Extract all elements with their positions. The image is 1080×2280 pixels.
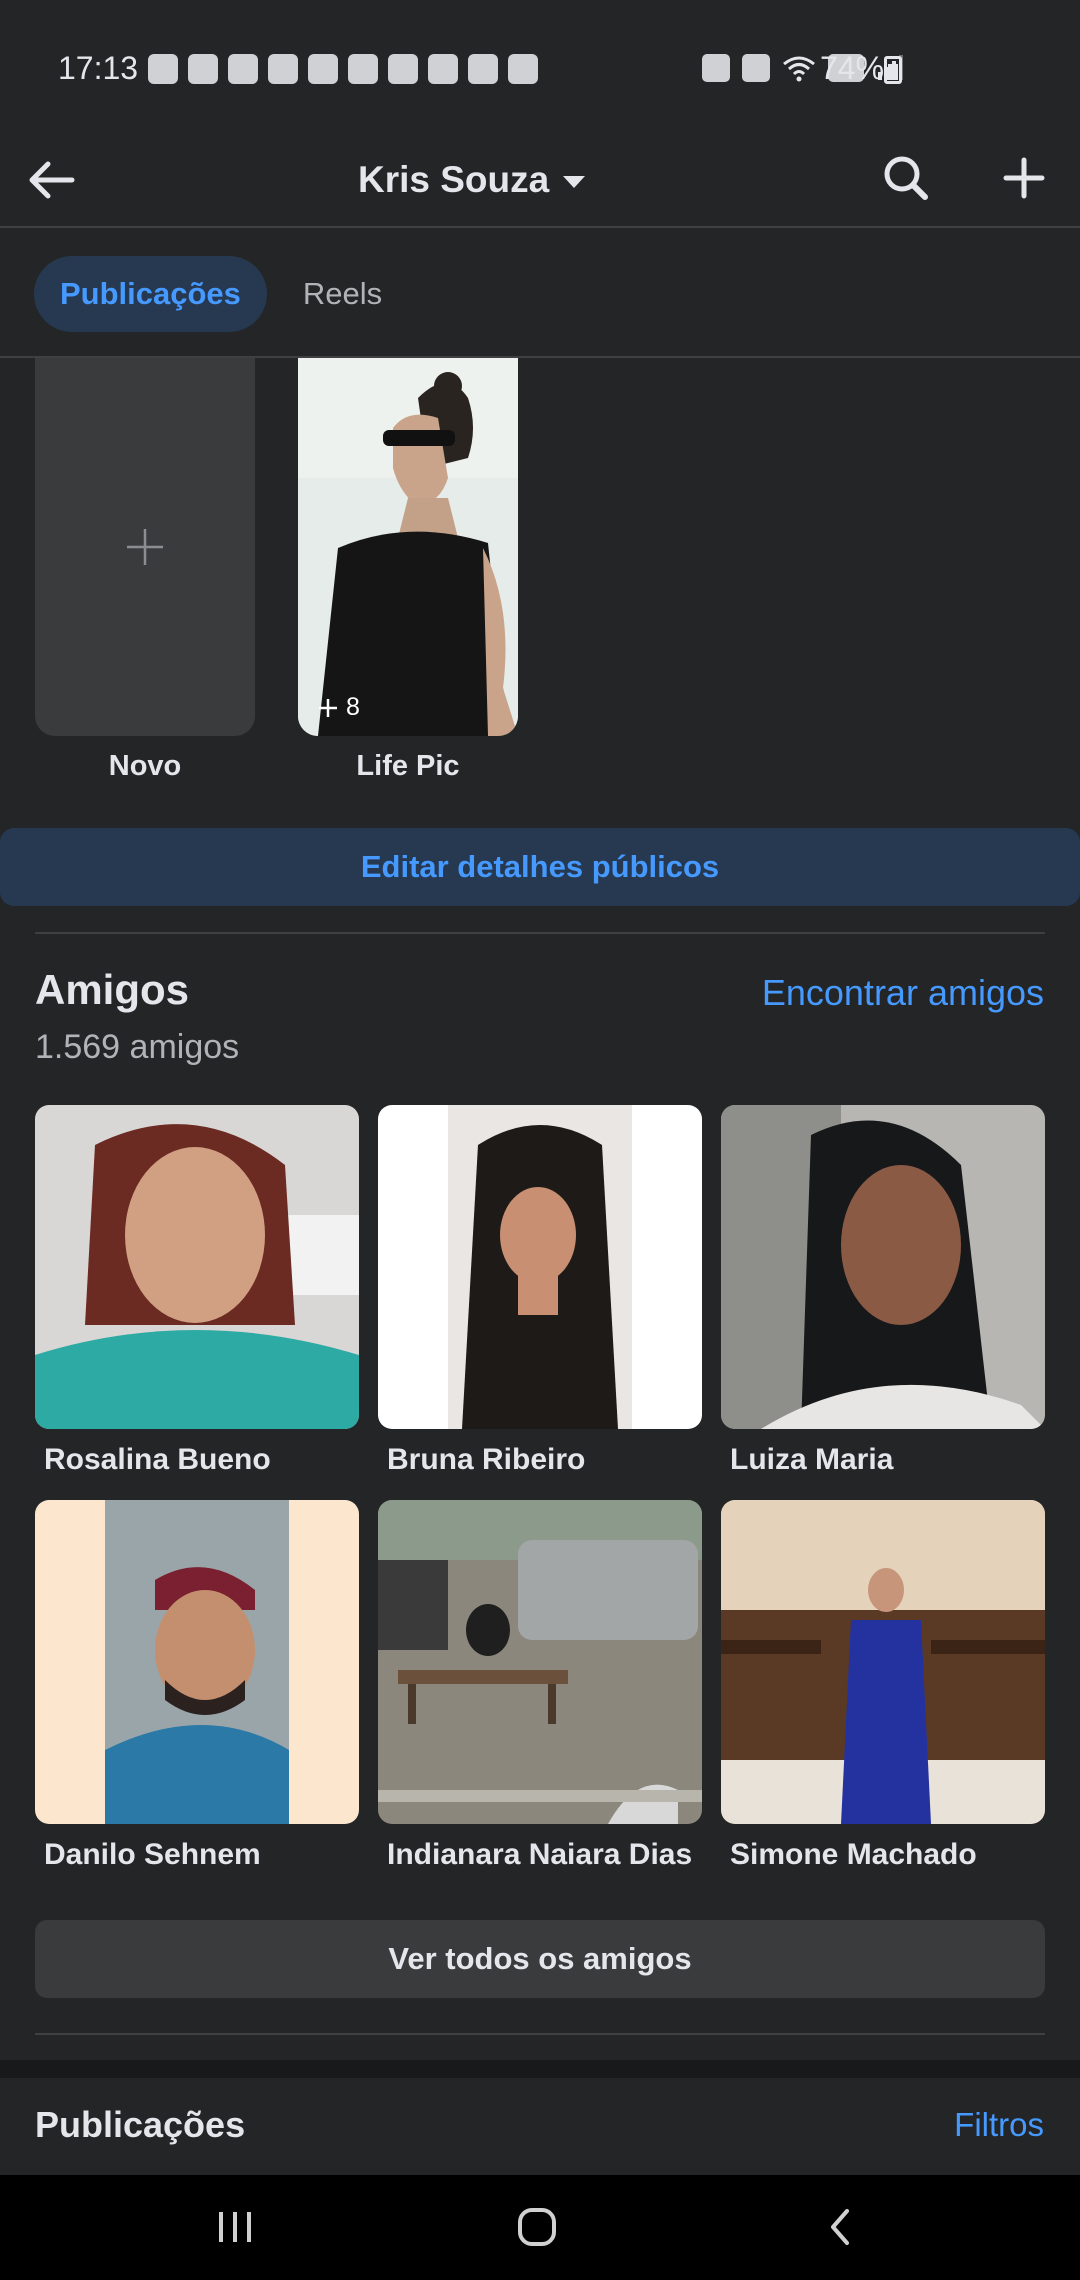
friend-photo <box>378 1500 702 1824</box>
lock-icon <box>702 54 730 82</box>
highlight-life-pic[interactable]: 8 <box>298 358 518 736</box>
instagram-icon <box>308 54 338 84</box>
tab-publicacoes[interactable]: Publicações <box>34 256 267 332</box>
friend-photo-image <box>35 1105 359 1429</box>
facebook-icon <box>148 54 178 84</box>
threads-icon <box>508 54 538 84</box>
friend-photo-image <box>35 1500 359 1824</box>
friend-card[interactable]: Bruna Ribeiro <box>378 1105 702 1477</box>
amazon-icon <box>188 54 218 84</box>
friend-name: Simone Machado <box>730 1838 977 1871</box>
plus-icon <box>319 698 337 717</box>
search-icon <box>884 156 928 200</box>
home-icon <box>518 2208 556 2246</box>
caret-down-icon <box>563 176 586 188</box>
gallery-icon <box>388 54 418 84</box>
plus-icon <box>1003 157 1045 199</box>
nav-back-button[interactable] <box>800 2195 880 2259</box>
status-bar: 17:13 74% <box>0 0 1080 140</box>
recent-apps-button[interactable] <box>195 2195 275 2259</box>
friends-section-title: Amigos <box>35 966 190 1013</box>
friend-card[interactable]: Danilo Sehnem <box>35 1500 359 1872</box>
battery-icon <box>884 56 902 84</box>
friend-photo <box>721 1500 1045 1824</box>
profile-switcher[interactable]: Kris Souza <box>358 150 586 210</box>
notification-icons <box>148 54 538 84</box>
app-bar: Kris Souza <box>0 140 1080 228</box>
highlight-count: 8 <box>318 693 360 722</box>
highlight-label: Life Pic <box>356 750 460 782</box>
friend-photo <box>721 1105 1045 1429</box>
ifood-icon <box>348 54 378 84</box>
alarm-icon <box>742 54 770 82</box>
friend-card[interactable]: Indianara Naiara Dias <box>378 1500 702 1872</box>
friend-name: Luiza Maria <box>730 1443 894 1476</box>
friend-photo <box>35 1105 359 1429</box>
facebook-icon <box>268 54 298 84</box>
search-button[interactable] <box>876 148 936 208</box>
friend-photo <box>35 1500 359 1824</box>
system-nav-bar <box>0 2175 1080 2280</box>
add-button[interactable] <box>994 148 1054 208</box>
battery-percentage: 74% <box>820 50 885 86</box>
friend-card[interactable]: Rosalina Bueno <box>35 1105 359 1477</box>
recent-apps-icon <box>219 2212 251 2242</box>
divider <box>35 932 1045 934</box>
filters-link[interactable]: Filtros <box>954 2106 1044 2144</box>
friend-photo-image <box>721 1500 1045 1824</box>
find-friends-link[interactable]: Encontrar amigos <box>762 972 1044 1014</box>
wifi-icon <box>783 56 815 82</box>
plus-icon <box>127 529 163 565</box>
friend-name: Indianara Naiara Dias <box>387 1838 693 1871</box>
highlight-cover-image <box>298 358 518 736</box>
arrow-left-icon <box>29 161 75 199</box>
status-time: 17:13 <box>58 50 139 86</box>
see-all-friends-button[interactable]: Ver todos os amigos <box>35 1920 1045 1998</box>
app-icon <box>428 54 458 84</box>
friend-name: Danilo Sehnem <box>44 1838 261 1871</box>
back-button[interactable] <box>22 150 82 210</box>
page-title: Kris Souza <box>358 159 550 200</box>
new-highlight-button[interactable] <box>35 358 255 736</box>
tab-reels[interactable]: Reels <box>277 256 408 332</box>
friend-photo-image <box>378 1500 702 1824</box>
tab-bar: Publicações Reels <box>34 256 408 332</box>
divider <box>0 226 1080 228</box>
friend-name: Bruna Ribeiro <box>387 1443 586 1476</box>
friend-photo <box>378 1105 702 1429</box>
friend-card[interactable]: Simone Machado <box>721 1500 1045 1872</box>
posts-section-title: Publicações <box>35 2104 246 2145</box>
divider <box>35 2033 1045 2035</box>
gmail-icon <box>228 54 258 84</box>
new-highlight-label: Novo <box>108 750 182 782</box>
back-icon <box>831 2209 849 2245</box>
friend-photo-image <box>721 1105 1045 1429</box>
section-separator <box>0 2060 1080 2078</box>
friend-photo-image <box>378 1105 702 1429</box>
friend-card[interactable]: Luiza Maria <box>721 1105 1045 1477</box>
edit-public-details-button[interactable]: Editar detalhes públicos <box>0 828 1080 906</box>
friends-count: 1.569 amigos <box>35 1028 240 1066</box>
check-icon <box>468 54 498 84</box>
friend-name: Rosalina Bueno <box>44 1443 271 1476</box>
home-button[interactable] <box>497 2195 577 2259</box>
